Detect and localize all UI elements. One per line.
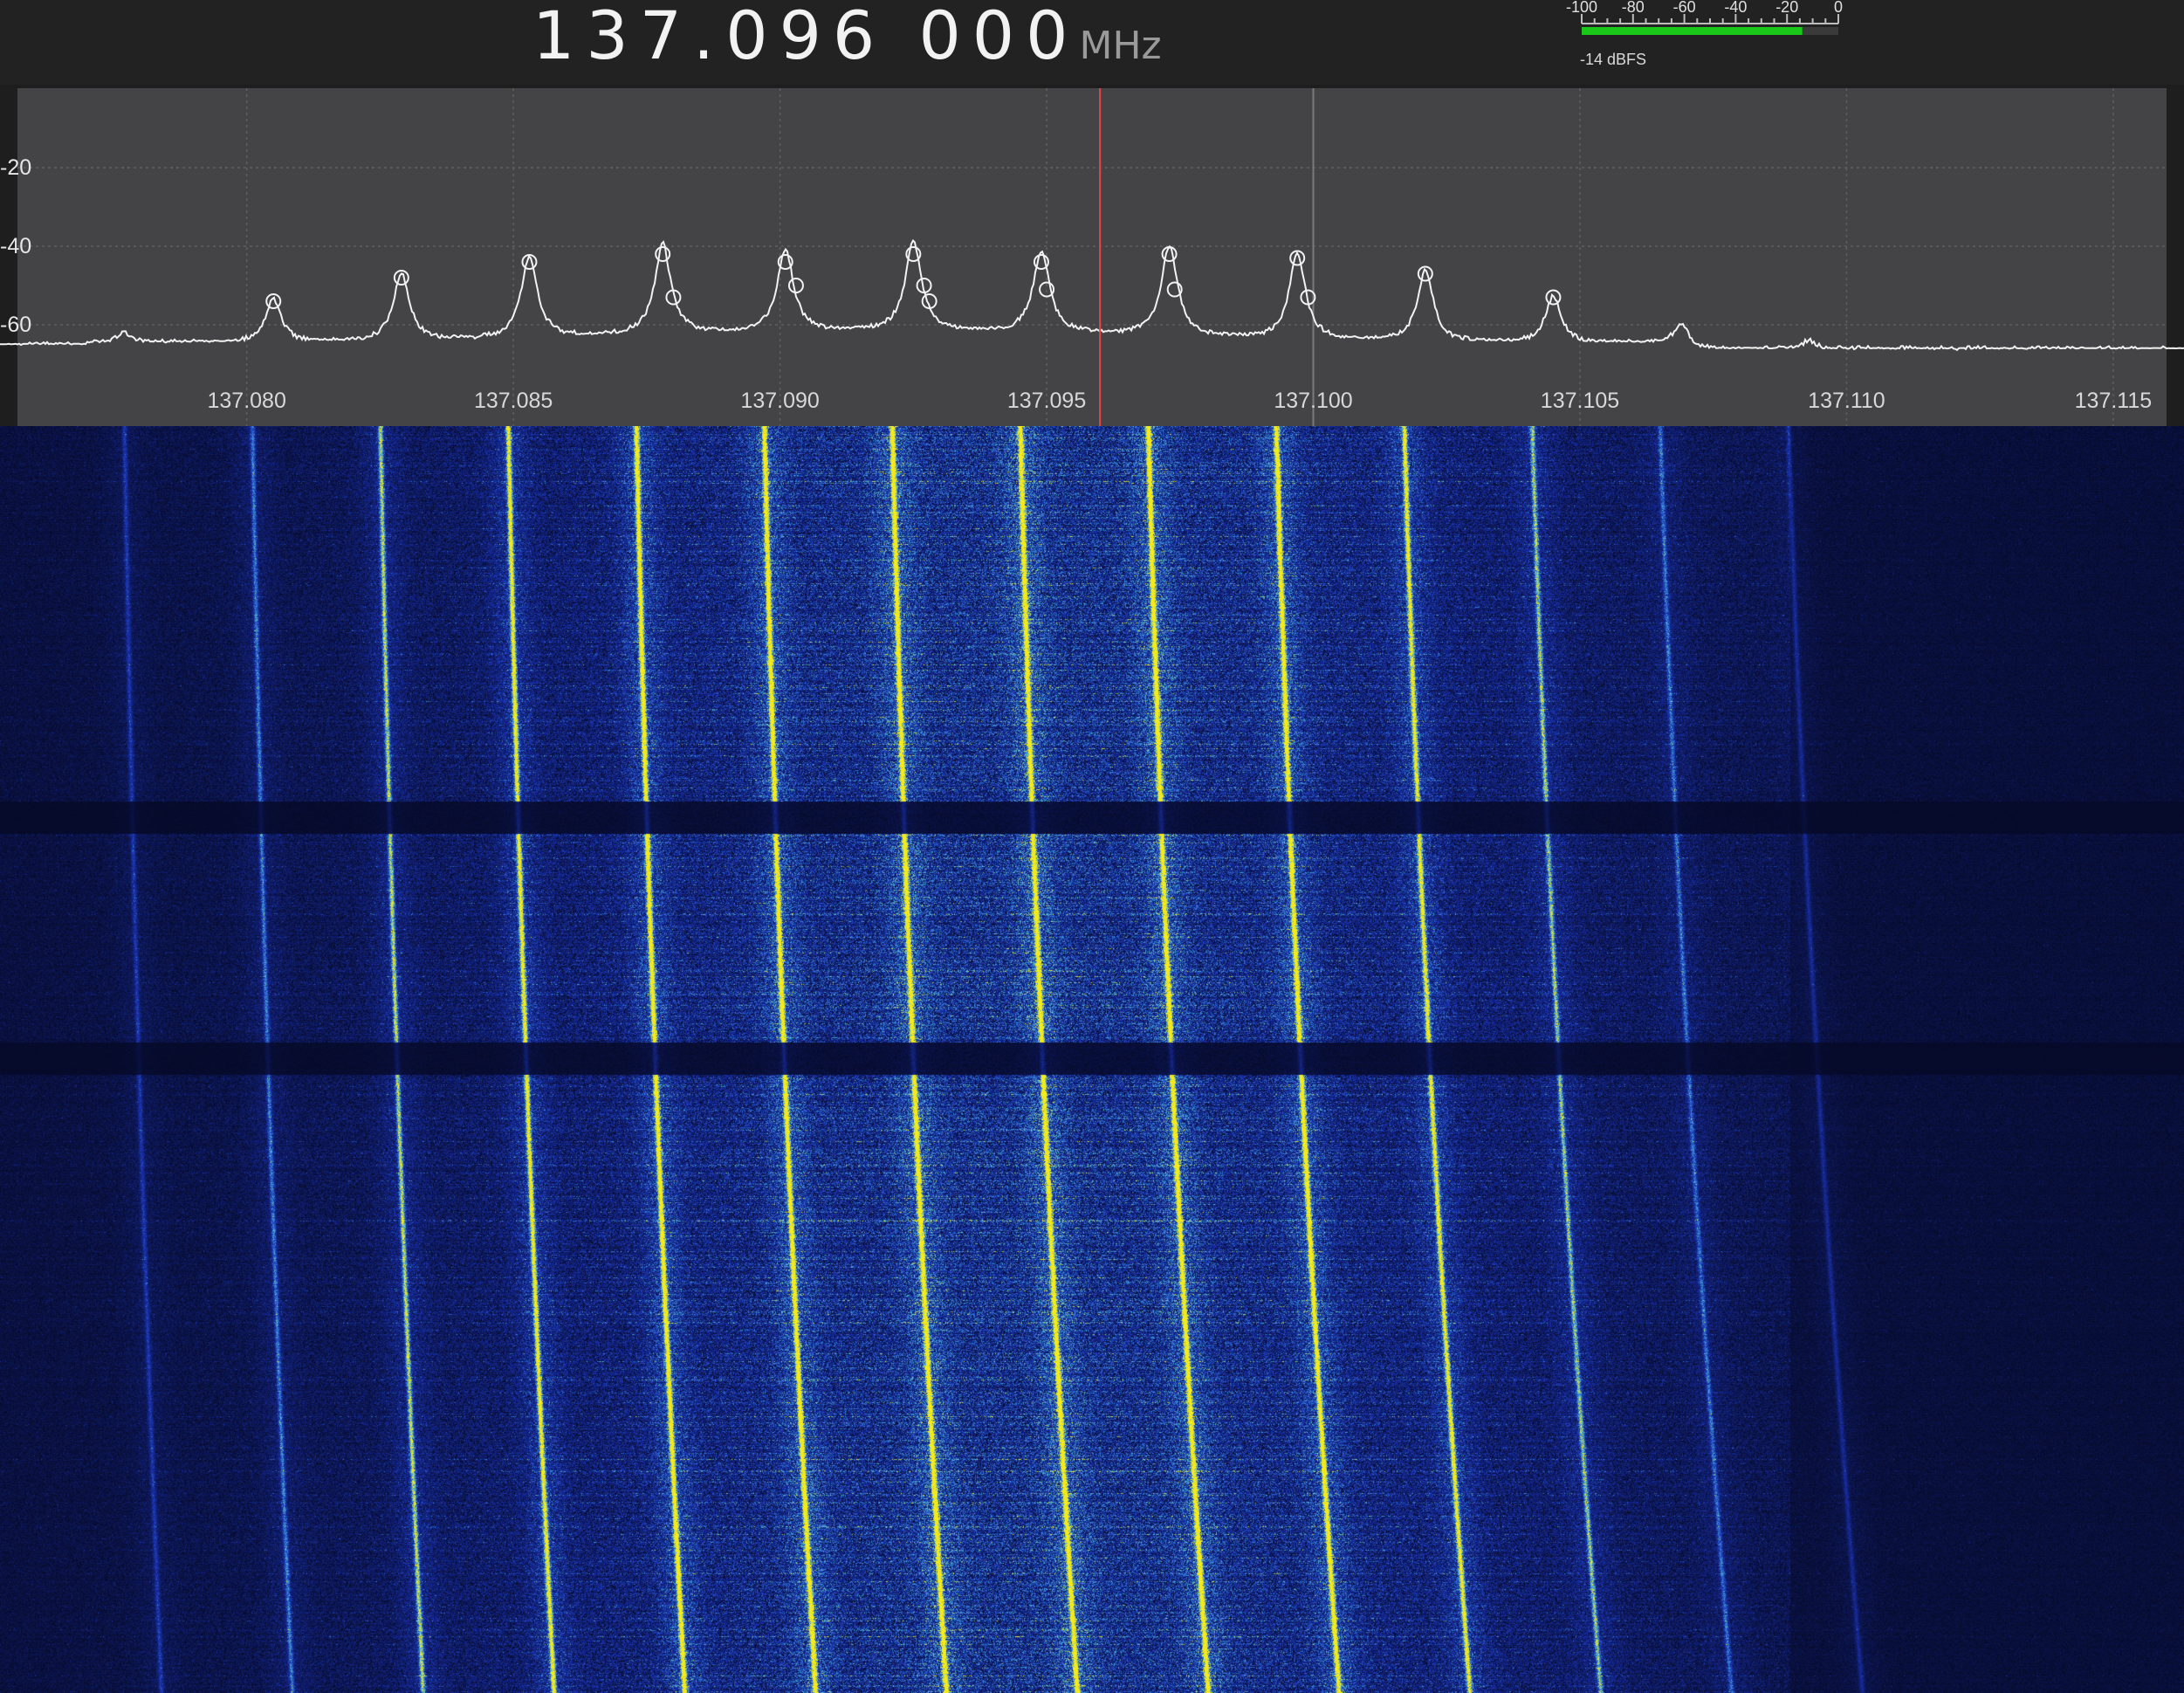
meter-tick-label: -60 [1673,0,1696,16]
frequency-axis-label: 137.085 [473,389,553,413]
db-axis-label: -40 [0,234,32,258]
level-meter-readout: -14 dBFS [1580,51,1647,68]
spectrum-graphic[interactable] [0,85,2184,426]
frequency-axis-label: 137.115 [2074,389,2153,413]
frequency-axis-label: 137.105 [1540,389,1620,413]
level-meter-graphic: -100 -80 -60 -40 -20 0 [1566,0,1843,35]
spectrum-background [17,88,2167,426]
frequency-digits[interactable]: 137.096 000 [532,2,1080,70]
top-bar: 137.096 000 MHz -100 -80 -60 -40 -20 0 -14 dB… [0,0,2184,85]
frequency-axis-label: 137.095 [1006,389,1087,413]
meter-level-track [1802,27,1838,35]
meter-level-bar [1582,27,1803,35]
frequency-axis-label: 137.100 [1274,389,1353,413]
frequency-axis-label: 137.090 [740,389,820,413]
meter-tick-label: -40 [1724,0,1747,16]
frequency-axis-label: 137.080 [207,389,286,413]
db-axis-label: -60 [0,313,32,337]
meter-tick-label: -20 [1775,0,1798,16]
meter-tick-label: -100 [1566,0,1597,16]
level-meter: -100 -80 -60 -40 -20 0 -14 dBFS [1562,0,1851,85]
spectrum-plot[interactable]: -20 -40 -60 137.080 137.085 137.090 137.095 137… [0,85,2184,426]
frequency-unit: MHz [1079,24,1162,68]
frequency-display[interactable]: 137.096 000 MHz [532,2,1162,72]
db-axis-label: -20 [0,155,32,180]
meter-tick-label: 0 [1834,0,1843,16]
waterfall-display[interactable] [0,426,2184,1693]
frequency-axis-label: 137.110 [1808,389,1885,413]
meter-tick-label: -80 [1622,0,1645,16]
